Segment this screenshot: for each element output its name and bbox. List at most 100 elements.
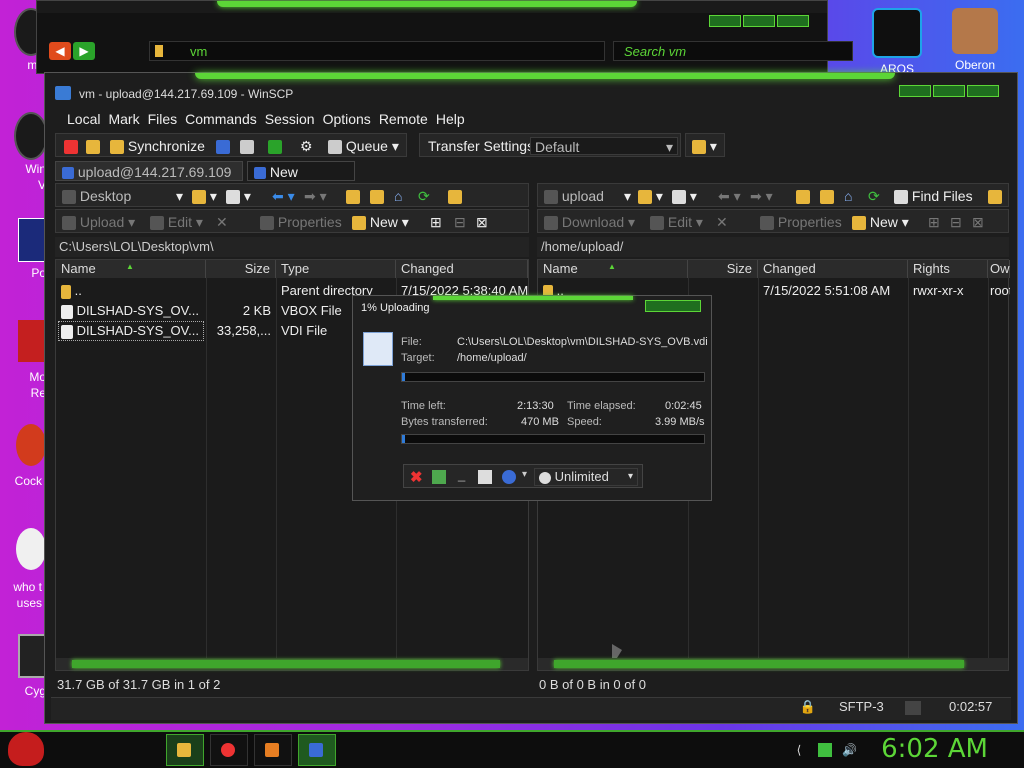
- move-to-background-icon[interactable]: [432, 470, 446, 484]
- back-button[interactable]: ◀: [49, 42, 71, 60]
- desktop-icon-3[interactable]: [18, 218, 46, 262]
- left-location-select[interactable]: Desktop: [62, 187, 131, 205]
- menu-files[interactable]: Files: [144, 109, 182, 129]
- menu-remote[interactable]: Remote: [375, 109, 432, 129]
- menu-local[interactable]: Local: [63, 109, 104, 129]
- network-icon[interactable]: [818, 743, 832, 757]
- right-new-button[interactable]: New ▾: [852, 213, 909, 231]
- right-col-rights[interactable]: Rights: [908, 260, 988, 278]
- cancel-icon[interactable]: ✖: [410, 468, 423, 486]
- right-horizontal-scrollbar[interactable]: [538, 658, 1008, 670]
- file-row-vbox-name[interactable]: DILSHAD-SYS_OV...: [56, 302, 206, 320]
- menu-options[interactable]: Options: [319, 109, 375, 129]
- right-home-icon[interactable]: ⌂: [844, 187, 852, 205]
- left-refresh-icon[interactable]: ⟳: [418, 187, 430, 205]
- tray-arrow-icon[interactable]: ⟨: [792, 743, 806, 757]
- speed-limit-select[interactable]: Unlimited ▾: [534, 468, 638, 486]
- desktop-icon-oberon[interactable]: Oberon: [940, 8, 1010, 72]
- left-forward-icon[interactable]: ➡ ▾: [304, 187, 327, 205]
- tab-session[interactable]: upload@144.217.69.109 ✕: [55, 161, 243, 200]
- left-select-all-icon[interactable]: ⊞: [430, 213, 442, 231]
- right-tree-icon[interactable]: [988, 187, 1002, 205]
- start-button[interactable]: [8, 732, 44, 766]
- desktop-icon-5[interactable]: [16, 424, 46, 466]
- queue-button[interactable]: Queue ▾: [328, 137, 399, 155]
- left-home-icon[interactable]: ⌂: [394, 187, 402, 205]
- left-filter-files-icon[interactable]: ⊠: [476, 213, 488, 231]
- left-edit-button[interactable]: Edit ▾: [150, 213, 203, 231]
- transfer-settings-select[interactable]: Default ▾: [530, 137, 678, 155]
- left-new-button[interactable]: New ▾: [352, 213, 409, 231]
- right-root-dir-icon[interactable]: [820, 187, 834, 205]
- left-location-dropdown-icon[interactable]: ▾: [176, 187, 183, 205]
- compare-icon[interactable]: [64, 137, 78, 155]
- tab-new-session[interactable]: New Session: [247, 161, 355, 200]
- minimize-button[interactable]: [899, 85, 931, 97]
- left-delete-icon[interactable]: ✕: [216, 213, 228, 231]
- terminal-icon[interactable]: [268, 137, 282, 155]
- taskbar-explorer-button[interactable]: [166, 734, 204, 766]
- find-files-button[interactable]: Find Files: [894, 187, 973, 205]
- desktop-icon-aros[interactable]: AROS: [862, 8, 932, 76]
- minimize-dialog-button[interactable]: _: [458, 467, 465, 482]
- left-parent-dir-icon[interactable]: [346, 187, 360, 205]
- left-horizontal-scrollbar[interactable]: [56, 658, 528, 670]
- file-row-parent-name[interactable]: ..: [56, 282, 206, 300]
- explorer-window-controls[interactable]: [709, 15, 809, 27]
- console-icon[interactable]: [216, 137, 230, 155]
- left-filter-icon[interactable]: ▾: [226, 187, 251, 205]
- queue-icon[interactable]: [478, 470, 492, 484]
- desktop-icon-2[interactable]: [14, 112, 48, 160]
- volume-icon[interactable]: 🔊: [842, 743, 857, 757]
- menu-mark[interactable]: Mark: [104, 109, 143, 129]
- desktop-icon-4[interactable]: [18, 320, 44, 362]
- right-path[interactable]: /home/upload/: [537, 237, 1009, 257]
- right-edit-button[interactable]: Edit ▾: [650, 213, 703, 231]
- right-filter-files-icon[interactable]: ⊠: [972, 213, 984, 231]
- right-location-select[interactable]: upload: [544, 187, 604, 205]
- on-completion-icon[interactable]: [502, 470, 516, 484]
- right-location-dropdown-icon[interactable]: ▾: [624, 187, 631, 205]
- taskbar-clock[interactable]: 6:02 AM: [881, 734, 988, 764]
- right-col-owner[interactable]: Ow: [988, 260, 1010, 278]
- dialog-controls[interactable]: [645, 300, 701, 312]
- sync-icon[interactable]: ▾: [692, 137, 717, 155]
- left-tree-icon[interactable]: [448, 187, 462, 205]
- right-open-folder-icon[interactable]: ▾: [638, 187, 663, 205]
- window-controls[interactable]: [899, 85, 999, 97]
- left-col-changed[interactable]: Changed: [396, 260, 528, 278]
- desktop-icon-6[interactable]: [16, 528, 46, 570]
- menu-help[interactable]: Help: [432, 109, 469, 129]
- menu-commands[interactable]: Commands: [181, 109, 261, 129]
- on-completion-dropdown-icon[interactable]: ▾: [522, 469, 527, 480]
- left-back-icon[interactable]: ⬅ ▾: [272, 187, 295, 205]
- extra-toolbar[interactable]: ▾: [685, 133, 725, 157]
- right-refresh-icon[interactable]: ⟳: [868, 187, 880, 205]
- left-root-dir-icon[interactable]: [370, 187, 384, 205]
- preferences-gear-icon[interactable]: ⚙: [300, 137, 313, 155]
- menu-session[interactable]: Session: [261, 109, 319, 129]
- right-forward-icon[interactable]: ➡ ▾: [750, 187, 773, 205]
- right-filter-icon[interactable]: ▾: [672, 187, 697, 205]
- taskbar-chrome-button[interactable]: [210, 734, 248, 766]
- left-open-folder-icon[interactable]: ▾: [192, 187, 217, 205]
- right-back-icon[interactable]: ⬅ ▾: [718, 187, 741, 205]
- maximize-button[interactable]: [933, 85, 965, 97]
- right-select-all-icon[interactable]: ⊞: [928, 213, 940, 231]
- left-col-type[interactable]: Type: [276, 260, 396, 278]
- taskbar-app-button[interactable]: [254, 734, 292, 766]
- left-col-size[interactable]: Size: [206, 260, 276, 278]
- right-col-changed[interactable]: Changed: [758, 260, 908, 278]
- right-col-size[interactable]: Size: [688, 260, 758, 278]
- address-bar[interactable]: vm: [149, 41, 605, 61]
- right-parent-dir-icon[interactable]: [796, 187, 810, 205]
- upload-button[interactable]: Upload ▾: [62, 213, 135, 231]
- taskbar-winscp-button[interactable]: [298, 734, 336, 766]
- synchronize-button[interactable]: Synchronize: [110, 137, 205, 155]
- left-unselect-icon[interactable]: ⊟: [454, 213, 466, 231]
- left-path[interactable]: C:\Users\LOL\Desktop\vm\: [55, 237, 529, 257]
- right-delete-icon[interactable]: ✕: [716, 213, 728, 231]
- forward-button[interactable]: ▶: [73, 42, 95, 60]
- putty-icon[interactable]: [240, 137, 254, 155]
- sync-browse-icon[interactable]: [86, 137, 100, 155]
